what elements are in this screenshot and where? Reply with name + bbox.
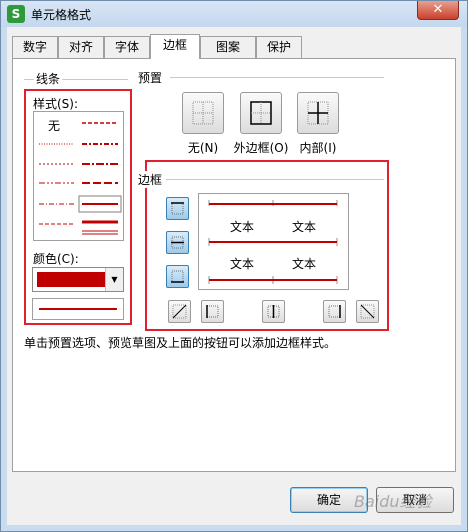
hint-text: 单击预置选项、预览草图及上面的按钮可以添加边框样式。 <box>24 336 337 350</box>
preview-text-4: 文本 <box>292 257 317 271</box>
border-right-button[interactable] <box>323 300 346 323</box>
border-diagonal-up-button[interactable] <box>168 300 191 323</box>
color-label: 颜色(C): <box>31 250 81 267</box>
line-preview-sample <box>39 308 117 310</box>
preset-inside-icon <box>307 101 329 125</box>
line-style-list[interactable]: 无 <box>33 111 124 241</box>
border-top-icon <box>171 202 184 215</box>
tab-alignment[interactable]: 对齐 <box>58 36 104 58</box>
border-top-button[interactable] <box>166 197 189 220</box>
color-dropdown[interactable]: ▼ <box>32 267 124 292</box>
border-preview[interactable]: 文本 文本 文本 文本 <box>198 193 349 290</box>
preview-text-3: 文本 <box>230 257 255 271</box>
line-preview <box>32 298 124 320</box>
style-label: 样式(S): <box>31 95 81 112</box>
preset-inside-label: 内部(I) <box>299 141 337 155</box>
preview-text-1: 文本 <box>230 220 255 234</box>
preset-none-icon <box>192 101 214 125</box>
preset-inside-button[interactable] <box>297 92 339 134</box>
border-left-button[interactable] <box>201 300 224 323</box>
preset-outline-button[interactable] <box>240 92 282 134</box>
border-middle-button[interactable] <box>166 231 189 254</box>
tab-number[interactable]: 数字 <box>12 36 58 58</box>
diagonal-up-icon <box>172 304 187 319</box>
tab-protection[interactable]: 保护 <box>256 36 302 58</box>
border-bottom-button[interactable] <box>166 265 189 288</box>
line-group-title: 线条 <box>34 70 63 87</box>
border-vertical-button[interactable] <box>262 300 285 323</box>
border-vertical-icon <box>267 305 280 318</box>
tab-border[interactable]: 边框 <box>150 34 200 59</box>
diagonal-down-icon <box>360 304 375 319</box>
title-bar[interactable]: S 单元格格式 ✕ <box>1 1 467 27</box>
border-right-icon <box>328 305 341 318</box>
border-diagonal-down-button[interactable] <box>356 300 379 323</box>
tab-font[interactable]: 字体 <box>104 36 150 58</box>
tab-pattern[interactable]: 图案 <box>200 36 256 58</box>
baidu-watermark: Baidu经验 <box>354 492 432 511</box>
line-style-samples[interactable] <box>34 112 123 240</box>
close-button[interactable]: ✕ <box>417 1 459 20</box>
border-left-icon <box>206 305 219 318</box>
preset-none-button[interactable] <box>182 92 224 134</box>
preset-group-separator <box>170 77 384 78</box>
preview-borders <box>208 200 338 284</box>
color-swatch <box>37 272 105 287</box>
border-bottom-icon <box>171 270 184 283</box>
border-group-separator <box>166 179 384 180</box>
dialog-title: 单元格格式 <box>31 8 92 22</box>
border-horizontal-icon <box>171 236 184 249</box>
dropdown-arrow-icon[interactable]: ▼ <box>105 268 123 291</box>
preset-outline-icon <box>250 101 272 125</box>
preview-text-2: 文本 <box>292 220 317 234</box>
app-logo-icon: S <box>7 5 25 23</box>
border-group-title: 边框 <box>136 171 165 188</box>
preset-group-title: 预置 <box>136 69 165 86</box>
